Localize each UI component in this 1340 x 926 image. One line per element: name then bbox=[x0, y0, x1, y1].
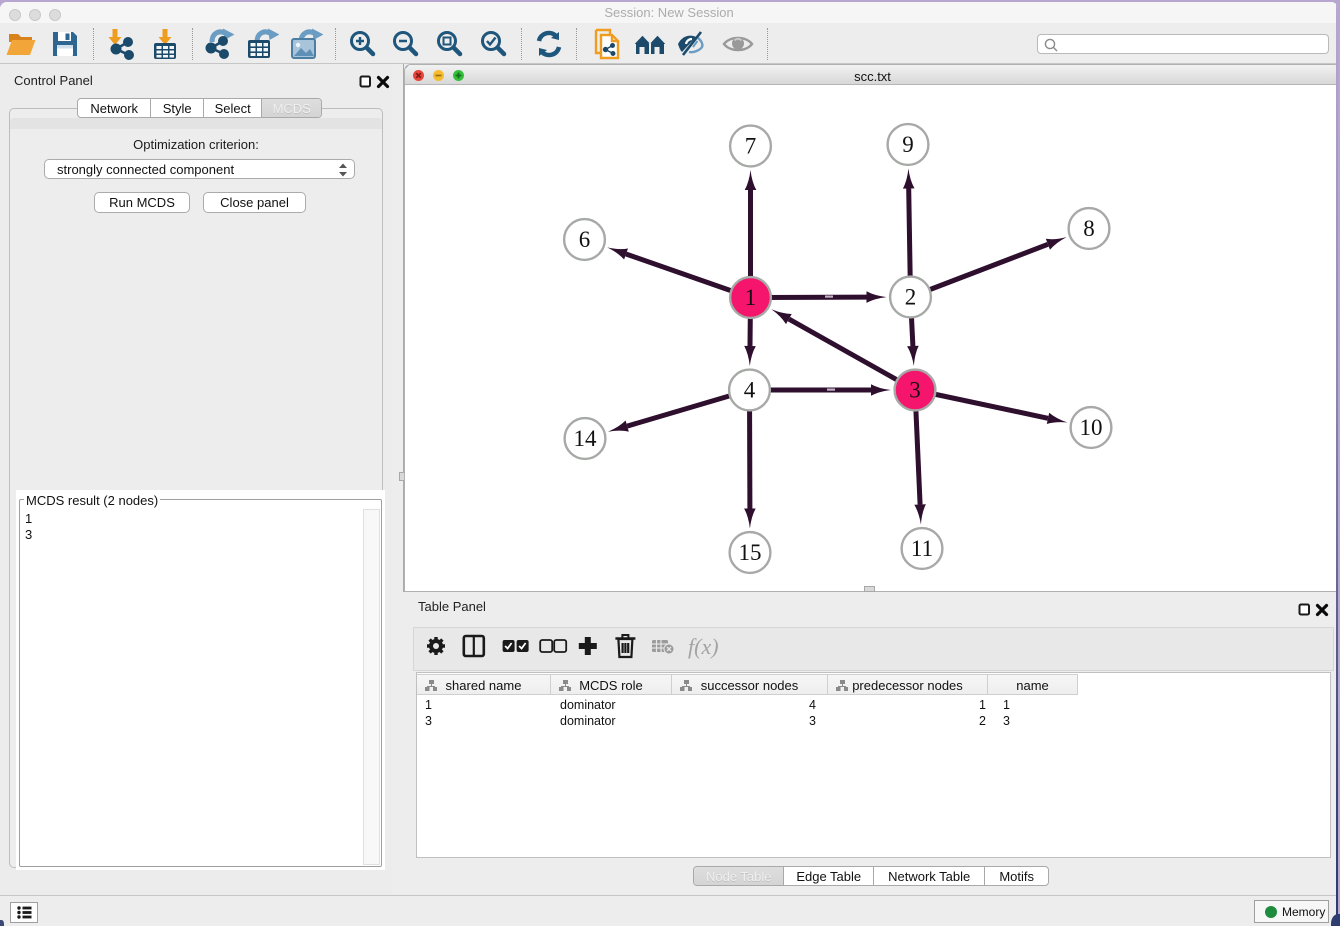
svg-text:3: 3 bbox=[909, 378, 921, 403]
svg-text:1: 1 bbox=[745, 285, 757, 310]
svg-text:4: 4 bbox=[744, 378, 756, 403]
svg-text:14: 14 bbox=[574, 426, 598, 451]
svg-text:11: 11 bbox=[911, 536, 933, 561]
svg-text:8: 8 bbox=[1083, 216, 1095, 241]
svg-text:10: 10 bbox=[1080, 415, 1103, 440]
svg-text:f(x): f(x) bbox=[688, 634, 719, 659]
svg-text:6: 6 bbox=[579, 227, 591, 252]
svg-text:9: 9 bbox=[902, 132, 914, 157]
svg-text:15: 15 bbox=[739, 540, 762, 565]
svg-text:7: 7 bbox=[745, 134, 757, 159]
svg-text:2: 2 bbox=[905, 285, 917, 310]
